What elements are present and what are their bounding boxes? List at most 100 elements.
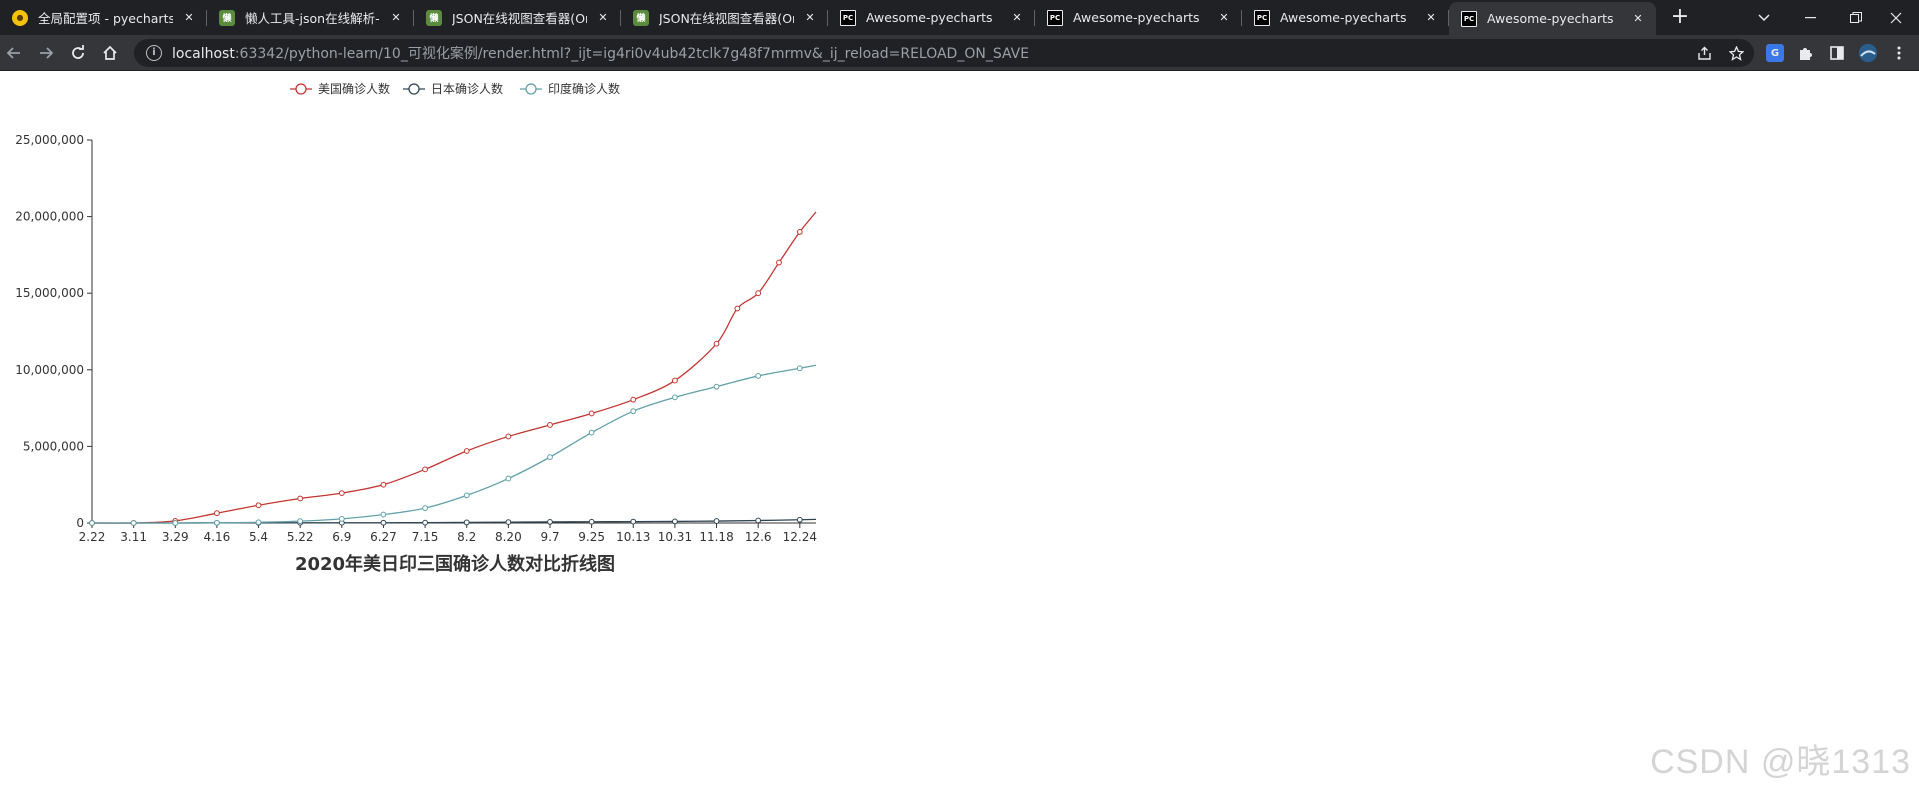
data-point: [380, 519, 387, 526]
tab-title: Awesome-pyecharts: [1280, 10, 1407, 25]
browser-tab[interactable]: 懒懒人工具-json在线解析-在 ✕: [207, 0, 414, 35]
pycharm-icon: PC: [1047, 9, 1063, 26]
browser-tab[interactable]: PC Awesome-pyecharts ✕: [1035, 0, 1242, 35]
x-tick-label: 5.4: [249, 530, 268, 544]
data-point: [796, 365, 803, 372]
data-point: [547, 422, 553, 428]
data-point: [380, 481, 387, 488]
browser-tab[interactable]: PC Awesome-pyecharts ✕: [1449, 2, 1656, 35]
back-arrow-icon[interactable]: [2, 41, 26, 65]
browser-tab[interactable]: PC Awesome-pyecharts ✕: [828, 0, 1035, 35]
x-tick-label: 3.11: [120, 530, 147, 544]
y-tick-label: 20,000,000: [15, 210, 84, 224]
data-point: [255, 519, 262, 526]
x-tick-label: 8.20: [495, 530, 522, 544]
site-info-icon[interactable]: i: [146, 45, 162, 61]
url-host: localhost: [172, 46, 235, 62]
x-tick-label: 7.15: [412, 530, 439, 544]
new-tab-button[interactable]: +: [1668, 6, 1692, 30]
forward-arrow-icon[interactable]: [34, 41, 58, 65]
csdn-watermark: CSDN @晓1313: [1650, 743, 1911, 781]
pycharm-icon: PC: [1461, 10, 1477, 27]
legend-label: 美国确诊人数: [318, 81, 390, 96]
reload-icon[interactable]: [66, 41, 90, 65]
extensions-puzzle-icon[interactable]: [1797, 44, 1815, 62]
url-text[interactable]: localhost:63342/python-learn/10_可视化案例/re…: [172, 43, 1029, 63]
data-point: [755, 290, 762, 297]
x-tick-label: 12.24: [783, 530, 817, 544]
tab-close-icon[interactable]: ✕: [1009, 10, 1025, 26]
data-point: [776, 259, 782, 266]
data-point: [630, 396, 637, 403]
share-icon[interactable]: [1696, 45, 1712, 61]
tab-title: 全局配置项 - pyecharts -: [38, 11, 173, 26]
data-point: [297, 495, 304, 502]
data-point: [172, 520, 179, 526]
data-point: [713, 383, 720, 390]
data-point: [672, 377, 678, 384]
bookmark-star-icon[interactable]: [1728, 45, 1744, 61]
page-content: 0 5,000,000 10,000,000 15,000,000 20,000,000…: [0, 72, 1919, 795]
data-point: [463, 519, 470, 526]
data-point: [463, 492, 470, 499]
x-tick-label: 9.7: [540, 530, 559, 544]
close-window-button[interactable]: [1873, 0, 1919, 35]
tab-close-icon[interactable]: ✕: [1216, 10, 1232, 26]
y-tick-label: 5,000,000: [23, 439, 84, 453]
data-point: [214, 510, 220, 517]
x-tick-label: 2.22: [79, 530, 106, 544]
data-point: [588, 518, 595, 525]
data-point: [734, 305, 741, 312]
data-point: [672, 394, 678, 401]
tab-close-icon[interactable]: ✕: [181, 10, 197, 26]
data-point: [422, 466, 428, 473]
browser-tab[interactable]: ● 全局配置项 - pyecharts - ✕: [0, 0, 207, 35]
series-line: [91, 364, 817, 524]
data-point: [755, 373, 762, 379]
pycharm-icon: PC: [840, 9, 856, 26]
browser-tab[interactable]: PC Awesome-pyecharts ✕: [1242, 0, 1449, 35]
data-point: [422, 519, 428, 526]
data-point: [588, 429, 595, 436]
y-tick-label: 25,000,000: [15, 133, 84, 147]
data-point: [505, 433, 512, 440]
data-point: [463, 448, 470, 454]
data-point: [505, 475, 512, 482]
data-point: [796, 229, 803, 235]
tab-close-icon[interactable]: ✕: [802, 10, 818, 26]
lazy-tool-green-icon: 懒: [633, 9, 649, 26]
data-point: [338, 515, 345, 522]
y-tick-label: 10,000,000: [15, 363, 84, 377]
tab-close-icon[interactable]: ✕: [388, 10, 404, 26]
data-point: [713, 518, 720, 524]
data-point: [297, 518, 304, 525]
x-tick-label: 6.9: [332, 530, 351, 544]
tab-title: Awesome-pyecharts: [1487, 11, 1614, 26]
tab-search-chevron-down-icon[interactable]: [1741, 0, 1787, 35]
tab-close-icon[interactable]: ✕: [595, 10, 611, 26]
tab-title: Awesome-pyecharts: [866, 10, 993, 25]
data-point: [547, 454, 553, 461]
minimize-window-button[interactable]: [1787, 0, 1833, 35]
tab-close-icon[interactable]: ✕: [1630, 11, 1646, 27]
x-tick-label: 10.13: [616, 530, 650, 544]
data-point: [713, 340, 720, 347]
profile-avatar-icon[interactable]: [1859, 44, 1877, 62]
data-point: [630, 518, 637, 525]
data-point: [338, 490, 345, 497]
address-bar[interactable]: i localhost:63342/python-learn/10_可视化案例/…: [134, 39, 1754, 67]
x-tick-label: 9.25: [578, 530, 605, 544]
browser-tab[interactable]: 懒 JSON在线视图查看器(Onl ✕: [621, 0, 828, 35]
lazy-tool-green-icon: 懒: [426, 9, 442, 26]
translate-extension-icon[interactable]: G: [1766, 44, 1784, 62]
pycharm-icon: PC: [1254, 9, 1270, 26]
browser-tab[interactable]: 懒 JSON在线视图查看器(Onl ✕: [414, 0, 621, 35]
data-point: [505, 519, 512, 526]
side-panel-icon[interactable]: [1828, 44, 1846, 62]
menu-kebab-icon[interactable]: [1890, 44, 1908, 62]
x-tick-label: 5.22: [287, 530, 314, 544]
chart-title: 2020年美日印三国确诊人数对比折线图: [295, 553, 615, 575]
x-tick-label: 10.31: [658, 530, 692, 544]
home-icon[interactable]: [98, 41, 122, 65]
tab-close-icon[interactable]: ✕: [1423, 10, 1439, 26]
